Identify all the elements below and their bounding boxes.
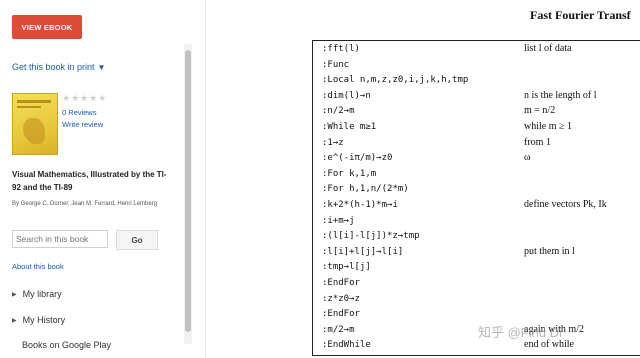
code-line: :For k,1,m bbox=[322, 168, 377, 179]
about-book-link[interactable]: About this book bbox=[12, 262, 64, 271]
code-line: :fft(l) bbox=[322, 44, 360, 54]
rating-stars-icon: ★★★★★ bbox=[62, 93, 108, 103]
code-line: :EndWhile bbox=[322, 340, 371, 351]
nav-label[interactable]: My History bbox=[23, 315, 66, 325]
code-line: :l[i]+l[j]→l[i] bbox=[322, 246, 404, 257]
code-line: :dim(l)→n bbox=[322, 90, 371, 101]
nav-label[interactable]: My library bbox=[23, 289, 62, 299]
expand-triangle-icon[interactable]: ▶ bbox=[12, 317, 17, 324]
watermark: 知乎 @Find Di bbox=[478, 325, 562, 340]
code-line: :z*z0→z bbox=[322, 293, 360, 304]
page-title: Fast Fourier Transf bbox=[530, 8, 631, 22]
code-line: :k+2*(h-1)*m→i bbox=[322, 200, 398, 210]
view-ebook-button[interactable]: VIEW EBOOK bbox=[12, 15, 82, 39]
sidebar-scrollbar-thumb[interactable] bbox=[185, 50, 191, 332]
code-line: :For h,1,n/(2*m) bbox=[322, 184, 409, 195]
reviews-link[interactable]: 0 Reviews bbox=[62, 108, 97, 117]
code-comment: list l of data bbox=[524, 43, 572, 54]
code-comment: ω bbox=[524, 152, 531, 164]
code-listing-box bbox=[312, 40, 640, 356]
nav-my-library[interactable]: ▶ My library bbox=[12, 289, 62, 299]
code-line: :e^(-iπ/m)→z0 bbox=[322, 153, 393, 164]
search-in-book-input[interactable] bbox=[12, 230, 108, 248]
code-line: :EndFor bbox=[322, 309, 360, 320]
code-line: :i+m→j bbox=[322, 215, 355, 226]
code-line: :EndFor bbox=[322, 278, 360, 288]
code-comment: define vectors Pk, Ik bbox=[524, 199, 607, 210]
sidebar: VIEW EBOOK Get this book in print ▼ ★★★★… bbox=[0, 0, 196, 358]
book-title: Visual Mathematics, Illustrated by the T… bbox=[12, 170, 167, 192]
code-comment: end of while bbox=[524, 339, 574, 351]
code-comment: while m ≥ 1 bbox=[524, 121, 572, 132]
write-review-link[interactable]: Write review bbox=[62, 120, 103, 129]
code-line: :1→z bbox=[322, 137, 344, 148]
code-comment: m = n/2 bbox=[524, 105, 556, 117]
panel-divider bbox=[205, 0, 206, 358]
go-button[interactable]: Go bbox=[116, 230, 158, 250]
code-line: :Local n,m,z,z0,i,j,k,h,tmp bbox=[322, 75, 469, 86]
code-line: :n/2→m bbox=[322, 106, 355, 117]
book-cover-image[interactable] bbox=[12, 93, 58, 155]
code-line: :m/2→m bbox=[322, 324, 355, 335]
code-line: :While m≥1 bbox=[322, 122, 377, 132]
dropdown-caret-icon[interactable]: ▼ bbox=[98, 63, 106, 72]
code-comment: n is the length of l bbox=[524, 89, 597, 101]
expand-triangle-icon[interactable]: ▶ bbox=[12, 291, 17, 298]
code-comment: from 1 bbox=[524, 136, 551, 148]
code-line: :Func bbox=[322, 59, 350, 70]
code-comment: put them in l bbox=[524, 245, 575, 257]
nav-my-history[interactable]: ▶ My History bbox=[12, 315, 65, 325]
code-line: :(l[i]-l[j])*z→tmp bbox=[322, 231, 420, 242]
books-on-google-play-link[interactable]: Books on Google Play bbox=[22, 340, 111, 350]
get-print-label[interactable]: Get this book in print bbox=[12, 62, 95, 72]
code-line: :tmp→l[j] bbox=[322, 262, 371, 273]
book-authors: By George C. Dorner, Jean M. Ferrard, He… bbox=[12, 201, 158, 207]
get-print-link[interactable]: Get this book in print ▼ bbox=[12, 62, 105, 72]
